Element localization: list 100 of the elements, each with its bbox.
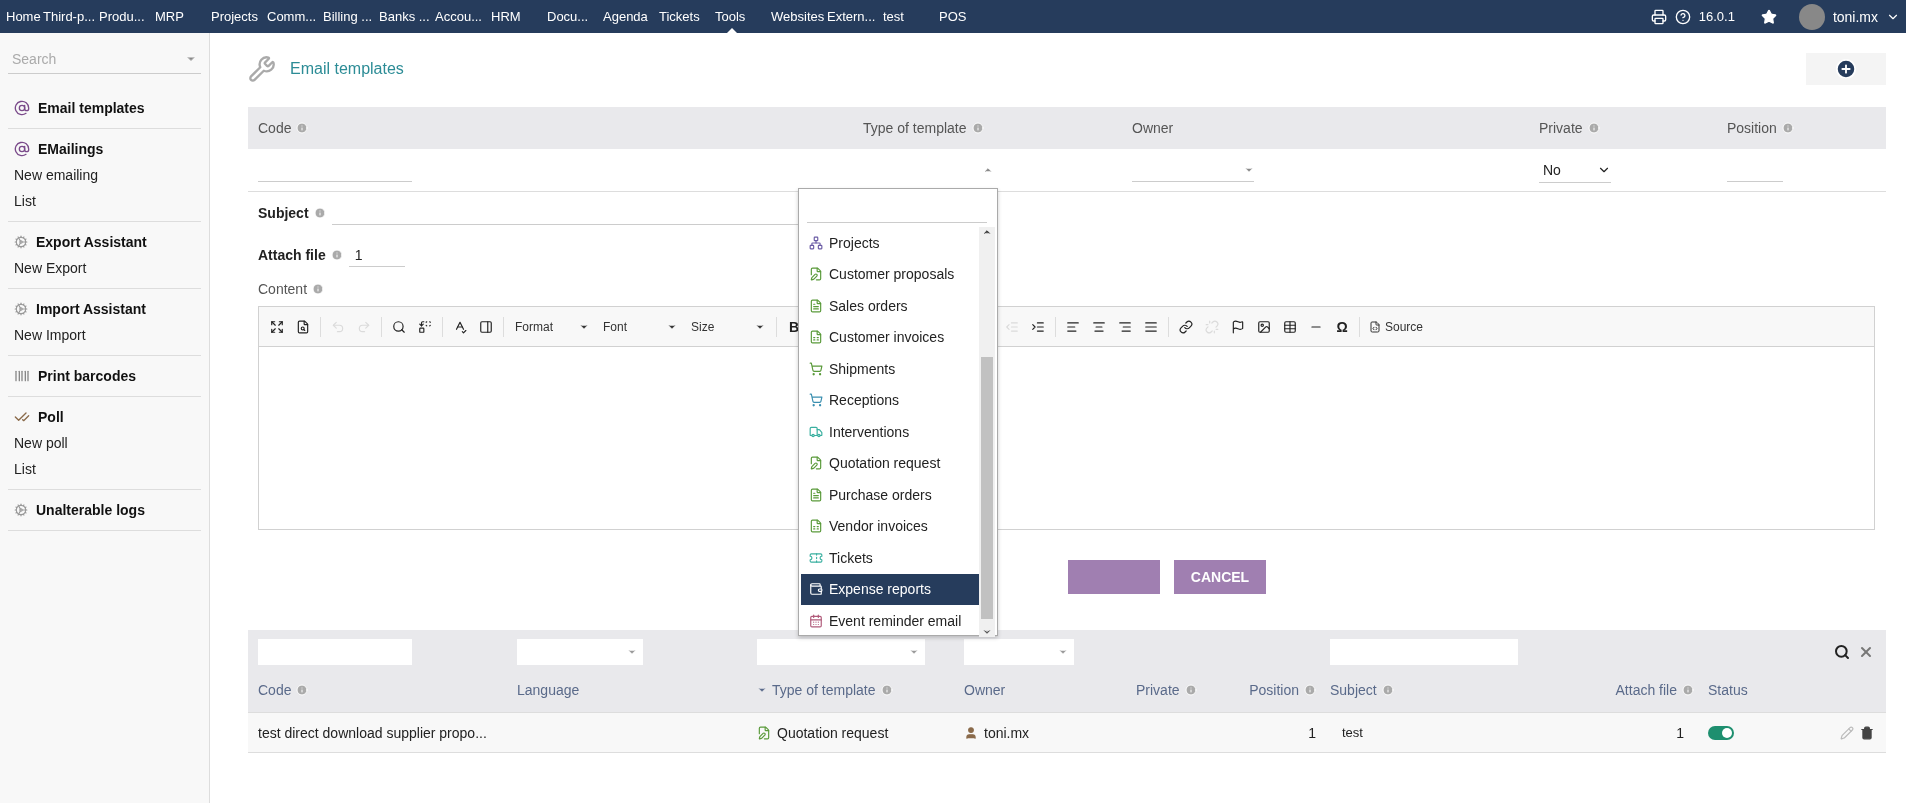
sidebar-heading[interactable]: Import Assistant — [14, 301, 195, 317]
sidebar-heading[interactable]: Unalterable logs — [14, 502, 195, 518]
toolbar-dropdown[interactable]: Size — [685, 314, 771, 339]
document-icon — [809, 298, 823, 313]
sidebar-heading[interactable]: Email templates — [14, 100, 195, 116]
add-button[interactable] — [1806, 53, 1886, 85]
column-header[interactable]: Language — [517, 682, 757, 698]
menu-item[interactable]: Tickets — [659, 0, 715, 33]
dropdown-option[interactable]: Purchase orders — [801, 479, 979, 511]
sidebar-item[interactable]: List — [14, 461, 195, 477]
search-icon[interactable] — [1834, 644, 1850, 660]
barcode-icon — [14, 368, 30, 384]
dropdown-option[interactable]: Expense reports — [801, 573, 979, 605]
menu-item[interactable]: Extern... — [827, 0, 883, 33]
menu-item[interactable]: MRP — [155, 0, 211, 33]
ticket-icon — [809, 550, 823, 565]
menu-item[interactable]: Billing ... — [323, 0, 379, 33]
table-cell-text: 1 — [1675, 724, 1685, 741]
gears-icon — [14, 503, 28, 517]
dropdown-option[interactable]: Shipments — [801, 353, 979, 385]
menu-item[interactable]: Projects — [211, 0, 267, 33]
info-icon — [1682, 684, 1694, 696]
menu-item[interactable]: Accou... — [435, 0, 491, 33]
document-pen-icon — [809, 267, 823, 282]
menu-item[interactable]: POS — [939, 0, 995, 33]
sidebar-item[interactable]: New Export — [14, 260, 195, 276]
star-icon[interactable] — [1760, 8, 1777, 25]
info-icon — [312, 283, 325, 295]
dropdown-option[interactable]: Receptions — [801, 384, 979, 416]
sidebar-item[interactable]: New Import — [14, 327, 195, 343]
wallet-icon — [809, 582, 823, 597]
info-icon — [1381, 684, 1394, 696]
sidebar-item[interactable]: New poll — [14, 435, 195, 451]
menu-item[interactable]: test — [883, 0, 939, 33]
menu-item[interactable]: Third-p... — [43, 0, 99, 33]
sidebar-heading[interactable]: Poll — [14, 409, 195, 425]
field-label: Attach file — [258, 247, 343, 263]
truck-icon — [809, 424, 823, 439]
dropdown-option[interactable]: Event reminder email — [801, 605, 979, 637]
menu-item[interactable]: Tools — [715, 0, 771, 33]
at-icon — [14, 141, 30, 157]
dropdown-option[interactable]: Quotation request — [801, 447, 979, 479]
cart-icon — [809, 361, 823, 376]
help-icon[interactable] — [1674, 8, 1691, 25]
scroll-up-icon[interactable] — [982, 227, 992, 237]
menu-item[interactable]: Banks ... — [379, 0, 435, 33]
document-pen-icon — [757, 725, 771, 740]
sidebar-item[interactable]: List — [14, 193, 195, 209]
column-header[interactable]: Position — [1236, 682, 1330, 698]
column-label: Owner — [1132, 120, 1175, 136]
menu-item[interactable]: HRM — [491, 0, 547, 33]
dropdown-option[interactable]: Projects — [801, 227, 979, 259]
caret-icon — [983, 165, 993, 175]
info-icon — [330, 249, 343, 261]
sidebar-item[interactable]: New emailing — [14, 167, 195, 183]
table-cell-text: 1 — [1307, 724, 1317, 741]
private-select[interactable]: No — [1539, 157, 1611, 183]
table-cell-text: test direct download supplier propo... — [258, 724, 488, 741]
sidebar-heading[interactable]: Export Assistant — [14, 234, 195, 250]
avatar[interactable] — [1798, 3, 1825, 30]
scrollbar[interactable] — [979, 227, 995, 637]
column-header[interactable]: Private — [1136, 682, 1236, 698]
delete-icon[interactable] — [1860, 725, 1874, 740]
dropdown-option[interactable]: Tickets — [801, 542, 979, 574]
field-label: Subject — [258, 205, 326, 221]
menu-item[interactable]: Websites — [771, 0, 827, 33]
table-cell: toni.mx — [964, 724, 1136, 741]
menu-item[interactable]: Agenda — [603, 0, 659, 33]
column-header[interactable]: Owner — [964, 682, 1136, 698]
info-icon — [1587, 122, 1600, 134]
column-label: Code — [258, 120, 863, 136]
column-header[interactable]: Attach file — [1590, 682, 1708, 698]
source-button[interactable]: Source — [1365, 319, 1428, 334]
dropdown-option[interactable]: Customer invoices — [801, 321, 979, 353]
attach-file-field[interactable]: 1 — [348, 243, 405, 267]
column-header[interactable]: Code — [258, 682, 517, 698]
status-toggle[interactable] — [1708, 725, 1734, 740]
info-icon — [1184, 684, 1197, 696]
column-header[interactable]: Subject — [1330, 682, 1590, 698]
gears-icon — [14, 235, 28, 249]
menu-item[interactable]: Produ... — [99, 0, 155, 33]
menu-item[interactable]: Comm... — [267, 0, 323, 33]
dropdown-option[interactable]: Interventions — [801, 416, 979, 448]
sidebar-heading[interactable]: Print barcodes — [14, 368, 195, 384]
clear-icon[interactable] — [1858, 644, 1874, 660]
at-icon — [14, 100, 30, 116]
menu-item[interactable]: Docu... — [547, 0, 603, 33]
info-icon — [1304, 684, 1316, 696]
toolbar-button[interactable]: Ω — [1330, 314, 1354, 339]
network-icon — [809, 235, 823, 250]
toolbar-dropdown[interactable]: Format — [509, 314, 595, 339]
user-name[interactable]: toni.mx — [1832, 8, 1878, 25]
info-icon — [971, 122, 984, 134]
print-icon[interactable] — [1650, 8, 1667, 25]
menu-item[interactable]: Home — [6, 0, 43, 33]
dropdown-option[interactable]: Customer proposals — [801, 258, 979, 290]
column-header[interactable]: Type of template — [757, 682, 964, 698]
toolbar-dropdown[interactable]: Font — [597, 314, 683, 339]
column-header[interactable]: Status — [1708, 682, 1788, 698]
sidebar-heading[interactable]: EMailings — [14, 141, 195, 157]
